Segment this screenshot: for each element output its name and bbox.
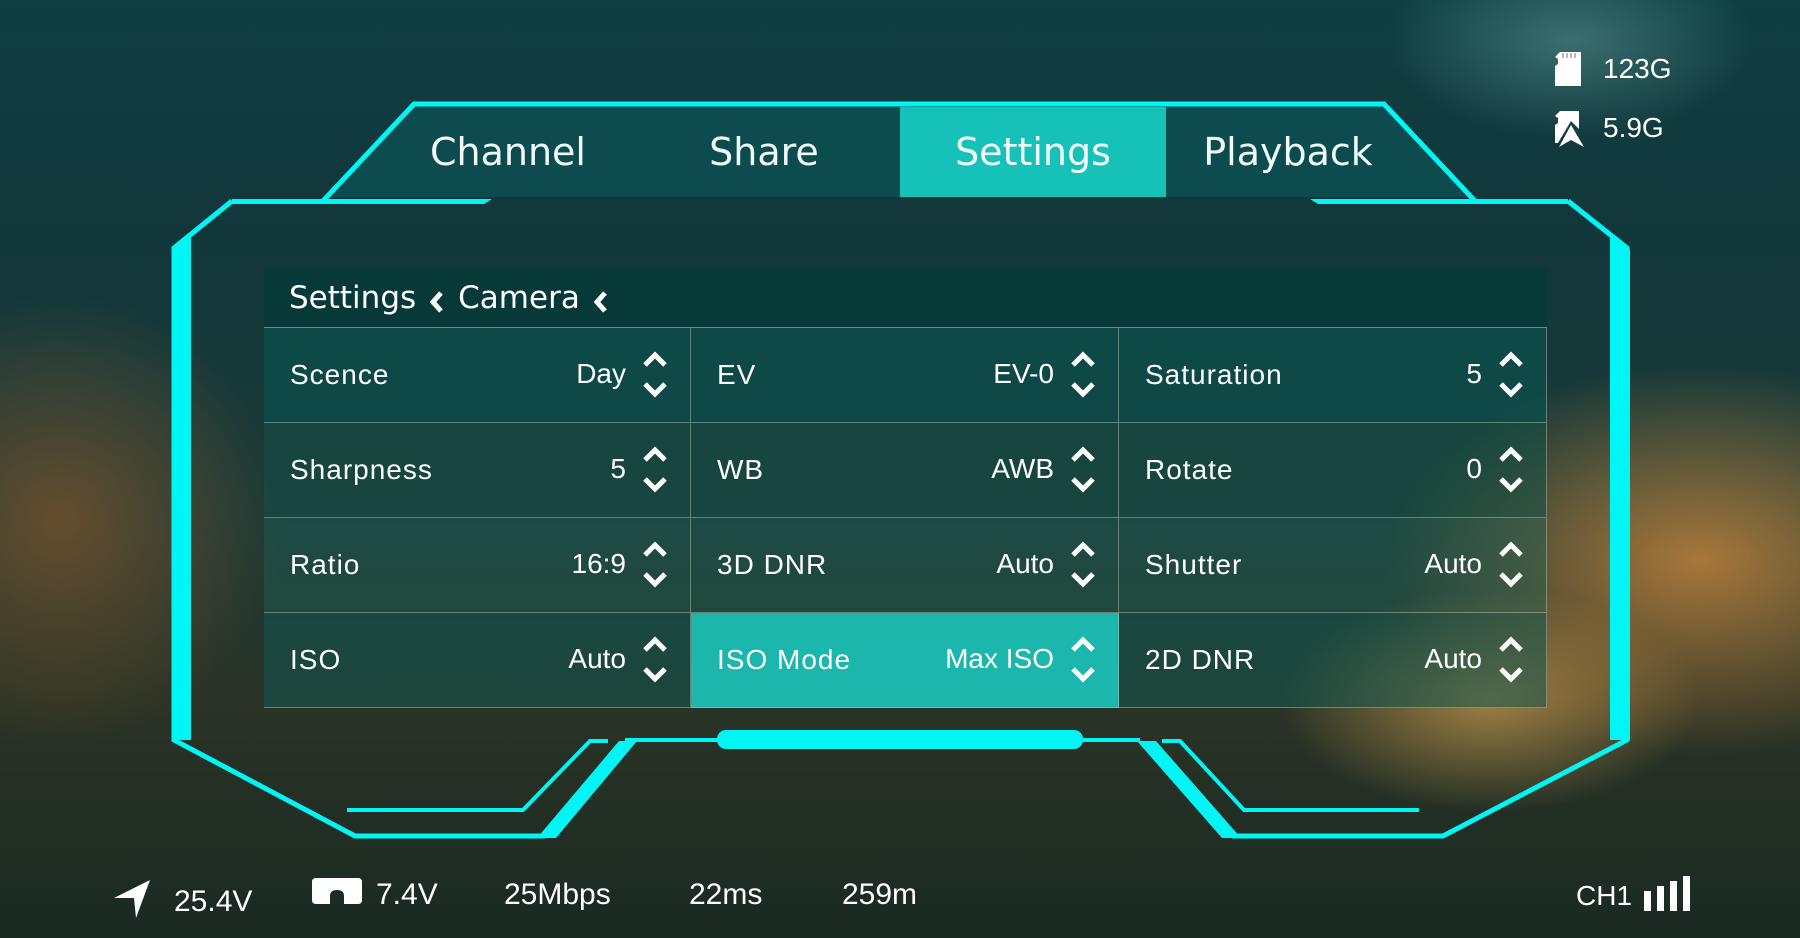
up-down-stepper-icon[interactable] <box>642 443 668 495</box>
main-tabs: Channel Share Settings Playback <box>388 107 1480 197</box>
setting-label: ISO <box>290 644 342 675</box>
setting-label: Ratio <box>290 549 361 580</box>
latency: 22ms <box>689 878 762 912</box>
signal-strength-icon <box>1644 873 1691 911</box>
camera-settings-panel: Settings Camera Scence Day EV EV-0 Satur… <box>264 268 1547 708</box>
up-down-stepper-icon[interactable] <box>1498 443 1524 495</box>
up-down-stepper-icon[interactable] <box>1070 633 1096 685</box>
setting-label: Scence <box>290 359 390 390</box>
setting-scence[interactable]: Scence Day <box>264 328 691 423</box>
distance: 259m <box>842 878 917 912</box>
up-down-stepper-icon[interactable] <box>642 348 668 400</box>
setting-value: 0 <box>1466 453 1482 484</box>
signal-bar <box>1670 881 1678 911</box>
up-down-stepper-icon[interactable] <box>1498 348 1524 400</box>
setting-value: EV-0 <box>993 358 1054 389</box>
tab-channel[interactable]: Channel <box>388 107 628 197</box>
up-down-stepper-icon[interactable] <box>642 538 668 590</box>
goggles-voltage-value: 7.4V <box>376 878 438 911</box>
setting-label: ISO Mode <box>717 644 852 675</box>
up-down-stepper-icon[interactable] <box>1070 348 1096 400</box>
tab-playback[interactable]: Playback <box>1166 107 1410 197</box>
setting-iso[interactable]: ISO Auto <box>264 613 691 708</box>
channel-signal: CH1 <box>1576 872 1691 912</box>
setting-label: Saturation <box>1145 359 1283 390</box>
sd-card-icon <box>1555 52 1581 86</box>
frame-right-bar <box>1610 232 1630 740</box>
up-down-stepper-icon[interactable] <box>1498 633 1524 685</box>
breadcrumb-camera[interactable]: Camera <box>458 280 580 316</box>
setting-value: 5 <box>610 453 626 484</box>
drone-voltage-value: 25.4V <box>174 885 253 918</box>
up-down-stepper-icon[interactable] <box>1070 443 1096 495</box>
setting-value: Auto <box>1424 548 1482 579</box>
frame-left-bar <box>172 232 191 740</box>
setting-iso-mode[interactable]: ISO Mode Max ISO <box>691 613 1119 708</box>
frame-top-left <box>232 199 492 204</box>
bitrate-value: 25Mbps <box>504 878 611 911</box>
setting-value: Auto <box>1424 643 1482 674</box>
storage-total-value: 123G <box>1603 53 1672 84</box>
setting-rotate[interactable]: Rotate 0 <box>1119 423 1547 518</box>
frame-left-thick-diag <box>537 741 637 838</box>
setting-label: 3D DNR <box>717 549 828 580</box>
distance-value: 259m <box>842 878 918 911</box>
setting-value: Max ISO <box>945 643 1054 674</box>
storage-recorded-value: 5.9G <box>1603 112 1664 143</box>
setting-value: AWB <box>991 453 1054 484</box>
chevron-left-icon[interactable] <box>429 286 444 313</box>
setting-label: Sharpness <box>290 454 433 485</box>
tab-share[interactable]: Share <box>628 107 900 197</box>
setting-label: 2D DNR <box>1145 644 1256 675</box>
setting-wb[interactable]: WB AWB <box>691 423 1119 518</box>
breadcrumb-settings[interactable]: Settings <box>289 280 416 316</box>
signal-bar <box>1657 886 1665 911</box>
setting-label: Shutter <box>1145 549 1243 580</box>
breadcrumb: Settings Camera <box>264 268 1547 327</box>
setting-label: WB <box>717 454 765 485</box>
settings-grid: Scence Day EV EV-0 Saturation 5 Sharpnes… <box>264 327 1547 708</box>
up-down-stepper-icon[interactable] <box>1498 538 1524 590</box>
bitrate: 25Mbps <box>504 878 611 912</box>
frame-left-inner <box>347 739 608 812</box>
up-down-stepper-icon[interactable] <box>1070 538 1096 590</box>
setting-ev[interactable]: EV EV-0 <box>691 328 1119 423</box>
setting-label: Rotate <box>1145 454 1234 485</box>
setting-value: 5 <box>1466 358 1482 389</box>
frame-top-right <box>1310 199 1568 204</box>
setting-3d-dnr[interactable]: 3D DNR Auto <box>691 518 1119 613</box>
setting-value: 16:9 <box>571 548 627 579</box>
signal-bar <box>1644 891 1652 911</box>
latency-value: 22ms <box>689 878 763 911</box>
goggles-icon <box>312 878 362 912</box>
signal-bar <box>1683 876 1691 911</box>
up-down-stepper-icon[interactable] <box>642 633 668 685</box>
setting-sharpness[interactable]: Sharpness 5 <box>264 423 691 518</box>
storage-total: 123G <box>1555 52 1672 86</box>
setting-ratio[interactable]: Ratio 16:9 <box>264 518 691 613</box>
tab-settings[interactable]: Settings <box>900 107 1166 197</box>
goggles-voltage: 7.4V <box>312 878 438 912</box>
chevron-left-icon[interactable] <box>593 286 608 313</box>
setting-saturation[interactable]: Saturation 5 <box>1119 328 1547 423</box>
setting-shutter[interactable]: Shutter Auto <box>1119 518 1547 613</box>
setting-value: Auto <box>568 643 626 674</box>
channel-label: CH1 <box>1576 880 1633 911</box>
storage-recorded: 5.9G <box>1555 111 1664 147</box>
setting-value: Auto <box>996 548 1054 579</box>
setting-label: EV <box>717 359 757 390</box>
drone-voltage: 25.4V <box>112 878 252 926</box>
setting-value: Day <box>576 358 626 389</box>
frame-center-pill <box>717 730 1083 749</box>
setting-2d-dnr[interactable]: 2D DNR Auto <box>1119 613 1547 708</box>
navigation-arrow-icon <box>112 878 152 926</box>
sd-card-recording-icon <box>1555 111 1584 147</box>
